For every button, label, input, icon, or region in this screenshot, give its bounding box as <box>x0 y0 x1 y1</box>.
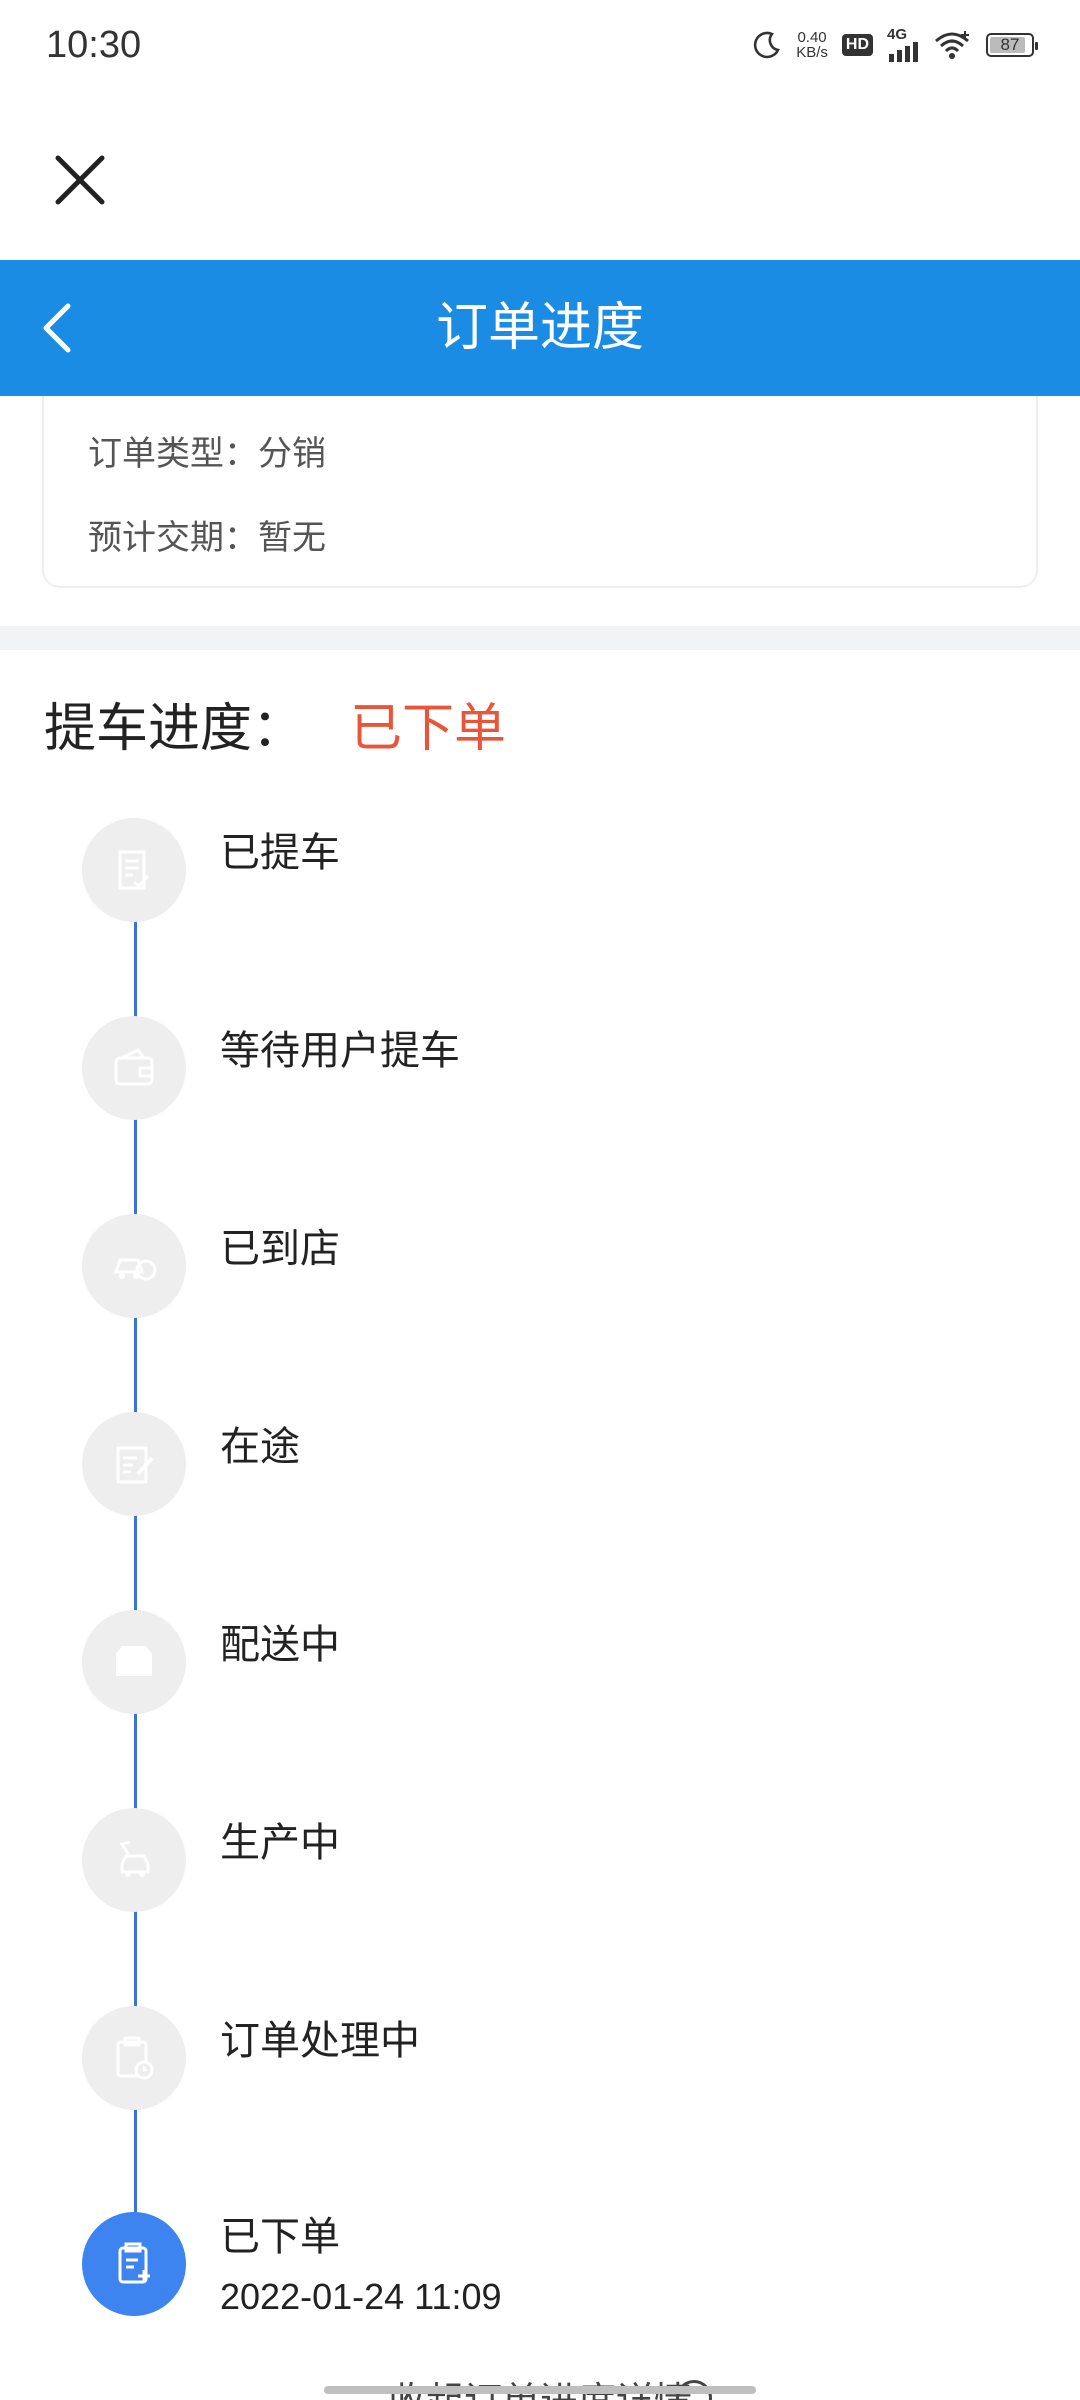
clipboard-add-icon <box>118 2242 150 2284</box>
car-store-icon <box>113 1258 157 1281</box>
close-icon[interactable] <box>52 152 108 208</box>
header-bar: 订单进度 <box>0 260 1080 396</box>
timeline-step: 已到店 <box>82 1214 982 1318</box>
page-title: 订单进度 <box>435 298 644 358</box>
step-time: 2022-01-24 11:09 <box>220 2276 502 2317</box>
battery-level: 87 <box>1000 35 1020 54</box>
step-icon-circle <box>82 1808 186 1912</box>
edit-note-icon <box>116 1446 154 1484</box>
status-icons: 0.40 KB/s HD 4G 87 <box>752 26 1038 62</box>
wallet-icon <box>114 1048 154 1086</box>
timeline-step: 等待用户提车 <box>82 1016 982 1120</box>
timeline-step: 订单处理中 <box>82 2006 982 2110</box>
progress-title-label: 提车进度： <box>44 699 305 759</box>
erp-icon <box>116 1646 152 1676</box>
battery-icon: 87 <box>986 33 1038 57</box>
document-check-icon <box>118 850 150 890</box>
home-indicator[interactable] <box>324 2386 756 2394</box>
progress-heading: 提车进度： 已下单 <box>44 686 506 761</box>
status-bar: 10:30 0.40 KB/s HD 4G 87 <box>0 0 1080 100</box>
moon-icon <box>754 31 781 59</box>
timeline-step: 已提车 <box>82 818 982 922</box>
step-icon-circle <box>82 2212 186 2316</box>
production-icon <box>119 1840 150 1877</box>
step-icon-circle <box>82 1610 186 1714</box>
step-icon-circle <box>82 2006 186 2110</box>
order-type: 订单类型：分销 <box>88 434 326 474</box>
wifi-icon <box>935 31 969 59</box>
step-label: 等待用户提车 <box>220 1028 460 1074</box>
net-speed-value: 0.40 <box>797 29 827 46</box>
progress-status: 已下单 <box>350 699 507 759</box>
status-time: 10:30 <box>46 24 142 66</box>
clipboard-clock-icon <box>116 2036 154 2080</box>
step-label: 配送中 <box>220 1622 340 1668</box>
step-label: 在途 <box>220 1424 300 1470</box>
order-info-card: 订单类型：分销 预计交期：暂无 <box>42 396 1038 588</box>
collapse-progress-button[interactable]: 收起订单进度详情 <box>0 2360 1080 2400</box>
timeline-step: 生产中 <box>82 1808 982 1912</box>
collapse-label: 收起订单进度详情 <box>0 2370 1080 2400</box>
step-icon-circle <box>82 818 186 922</box>
estimated-delivery: 预计交期：暂无 <box>88 518 326 558</box>
signal-icon: 4G <box>887 26 918 62</box>
section-divider <box>0 626 1080 650</box>
step-label: 已提车 <box>220 830 340 876</box>
step-label: 生产中 <box>220 1820 340 1866</box>
timeline-step: 配送中 <box>82 1610 982 1714</box>
timeline-step: 在途 <box>82 1412 982 1516</box>
hd-badge: HD <box>841 34 873 56</box>
step-icon-circle <box>82 1016 186 1120</box>
step-icon-circle <box>82 1214 186 1318</box>
network-type: 4G <box>887 26 908 43</box>
step-label: 订单处理中 <box>220 2018 420 2064</box>
step-label: 已下单 <box>220 2214 340 2260</box>
step-label: 已到店 <box>220 1226 340 1272</box>
timeline-step-active: 已下单 2022-01-24 11:09 <box>82 2212 982 2317</box>
net-speed-unit: KB/s <box>796 44 828 61</box>
step-icon-circle <box>82 1412 186 1516</box>
net-speed: 0.40 KB/s <box>796 30 828 60</box>
